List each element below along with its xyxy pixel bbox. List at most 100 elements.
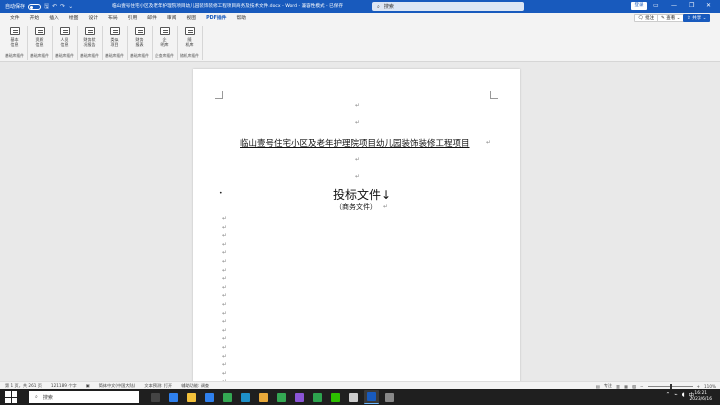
undo-icon[interactable]: ↶ xyxy=(52,3,57,10)
zoom-slider[interactable] xyxy=(647,383,693,389)
tab-10[interactable]: PDF插件 xyxy=(201,14,231,23)
autosave-toggle[interactable] xyxy=(28,3,42,10)
view-mode-label: 查看 xyxy=(666,16,676,21)
volume-icon[interactable]: ◖ xyxy=(682,392,685,398)
ribbon-group-2: 人员 信息 基础库插件 xyxy=(52,24,77,61)
word-count[interactable]: 121189 个字 xyxy=(51,383,77,389)
word-icon[interactable] xyxy=(364,390,379,404)
close-icon[interactable]: ✕ xyxy=(706,2,711,9)
tab-5[interactable]: 布局 xyxy=(103,14,123,21)
comments-button[interactable]: 🗨 批注 xyxy=(634,14,659,22)
paragraph-mark: ↵ xyxy=(355,156,361,163)
restore-icon[interactable]: ❐ xyxy=(689,2,694,9)
main-title: 投标文件↓ xyxy=(333,188,392,202)
task-view-icon[interactable] xyxy=(148,390,163,404)
file-explorer-glyph xyxy=(187,392,196,402)
tab-2[interactable]: 插入 xyxy=(44,14,64,21)
redo-icon[interactable]: ↷ xyxy=(60,3,65,10)
ribbon-button-label[interactable]: 财务状 况报告 xyxy=(84,37,96,47)
ribbon-group-0: 基本 信息 基础库插件 xyxy=(2,24,27,61)
ribbon-button-label[interactable]: 随 机库 xyxy=(186,37,194,47)
zoom-in-button[interactable]: + xyxy=(697,384,701,389)
customize-icon[interactable]: ⌄ xyxy=(68,3,73,10)
print-layout-icon[interactable]: ▦ xyxy=(624,384,628,389)
ribbon-button-label[interactable]: 资质 信息 xyxy=(36,37,44,47)
ribbon-button-label[interactable]: 财务 报表 xyxy=(136,37,144,47)
visual-studio-icon[interactable] xyxy=(292,390,307,404)
tab-8[interactable]: 审阅 xyxy=(162,14,182,21)
plugin-icon[interactable] xyxy=(159,27,170,35)
share-button[interactable]: ⇪ 共享 ⌄ xyxy=(683,14,711,22)
plugin-icon[interactable] xyxy=(109,27,120,35)
windows-start-icon[interactable] xyxy=(5,391,17,403)
ribbon-button-label[interactable]: 企 明库 xyxy=(161,37,169,47)
tab-0[interactable]: 文件 xyxy=(5,14,25,21)
network-icon[interactable]: ⌁ xyxy=(674,392,677,398)
zoom-level[interactable]: 110% xyxy=(704,384,716,389)
paragraph-mark: ↵ xyxy=(222,292,228,300)
files-icon[interactable] xyxy=(256,390,271,404)
paragraph-mark: ↵ xyxy=(222,344,228,351)
document-page[interactable]: ↵ ↵ 临山壹号住宅小区及老年护理院项目幼儿园装饰装修工程项目 ↵ ↵ ↵ • … xyxy=(193,69,520,381)
store-glyph xyxy=(205,392,214,402)
proofing-icon[interactable]: ▣ xyxy=(86,383,90,388)
paragraph-mark: ↵ xyxy=(222,369,228,377)
plugin-icon[interactable] xyxy=(84,27,95,35)
ribbon-group-3: 财务状 况报告 基础库插件 xyxy=(77,24,102,61)
edge-icon[interactable] xyxy=(238,390,253,404)
title-bar: 自动保存 🖫 ↶ ↷ ⌄ 临山壹号住宅小区及老年护理院项目幼儿园装饰装修工程项目… xyxy=(0,0,720,13)
quick-access-toolbar: 自动保存 🖫 ↶ ↷ ⌄ xyxy=(0,2,110,12)
vscode-icon[interactable] xyxy=(166,390,181,404)
app-grey-icon[interactable] xyxy=(346,390,361,404)
web-layout-icon[interactable]: ▧ xyxy=(632,384,636,389)
page-indicator[interactable]: 第 1 页，共 261 页 xyxy=(5,383,42,389)
wechat-glyph xyxy=(331,392,340,402)
read-mode-icon[interactable]: ▥ xyxy=(616,384,620,389)
ribbon-button-label[interactable]: 基本 信息 xyxy=(11,37,19,47)
view-mode-button[interactable]: ✎ 查看 ⌄ xyxy=(657,14,685,22)
minimize-icon[interactable]: — xyxy=(671,2,677,9)
ribbon-group-1: 资质 信息 基础库插件 xyxy=(27,24,52,61)
document-canvas[interactable]: ↵ ↵ 临山壹号住宅小区及老年护理院项目幼儿园装饰装修工程项目 ↵ ↵ ↵ • … xyxy=(0,62,720,381)
login-button[interactable]: 登录 xyxy=(631,2,647,10)
paragraph-mark: ↵ xyxy=(222,301,228,308)
chrome2-icon[interactable] xyxy=(274,390,289,404)
tab-7[interactable]: 邮件 xyxy=(142,14,162,21)
text-prediction[interactable]: 文本预测: 打开 xyxy=(144,383,172,389)
ribbon-display-icon[interactable]: ▭ xyxy=(653,2,659,9)
paragraph-mark: ↵ xyxy=(355,102,361,109)
system-clock[interactable]: 16:21 2023/6/16 xyxy=(689,391,712,403)
taskbar-search[interactable]: ⌕ 搜索 xyxy=(29,391,139,403)
plugin-icon[interactable] xyxy=(59,27,70,35)
ribbon-button-label[interactable]: 类似 项目 xyxy=(111,37,119,47)
ribbon-button-label[interactable]: 人员 信息 xyxy=(61,37,69,47)
focus-icon[interactable]: ▤ xyxy=(596,384,600,389)
document-title: 临山壹号住宅小区及老年护理院项目幼儿园装饰装修工程项目商务及技术文件.docx … xyxy=(112,4,343,9)
store-icon[interactable] xyxy=(202,390,217,404)
tab-1[interactable]: 开始 xyxy=(25,14,45,21)
language-indicator[interactable]: 简体中文(中国大陆) xyxy=(99,383,136,389)
plugin-icon[interactable] xyxy=(134,27,145,35)
search-box[interactable]: ⌕ 搜索 xyxy=(372,2,524,11)
tab-3[interactable]: 绘图 xyxy=(64,14,84,21)
zoom-out-button[interactable]: − xyxy=(640,384,644,389)
chrome-glyph xyxy=(223,392,232,402)
wechat-icon[interactable] xyxy=(328,390,343,404)
plugin-icon[interactable] xyxy=(9,27,20,35)
plugin-icon[interactable] xyxy=(184,27,195,35)
save-icon[interactable]: 🖫 xyxy=(44,2,49,12)
tool-icon[interactable] xyxy=(382,390,397,404)
chrome2-glyph xyxy=(277,392,286,402)
tab-11[interactable]: 帮助 xyxy=(231,14,251,21)
tab-4[interactable]: 设计 xyxy=(83,14,103,21)
chrome-icon[interactable] xyxy=(220,390,235,404)
tab-9[interactable]: 视图 xyxy=(181,14,201,21)
plugin-icon[interactable] xyxy=(34,27,45,35)
accessibility-indicator[interactable]: 辅助功能: 调查 xyxy=(181,383,209,389)
edge-glyph xyxy=(241,392,250,402)
tab-6[interactable]: 引用 xyxy=(123,14,143,21)
chevron-up-icon[interactable]: ⌃ xyxy=(666,392,671,398)
app-green-icon[interactable] xyxy=(310,390,325,404)
file-explorer-icon[interactable] xyxy=(184,390,199,404)
paragraph-mark: ↵ xyxy=(355,119,361,126)
